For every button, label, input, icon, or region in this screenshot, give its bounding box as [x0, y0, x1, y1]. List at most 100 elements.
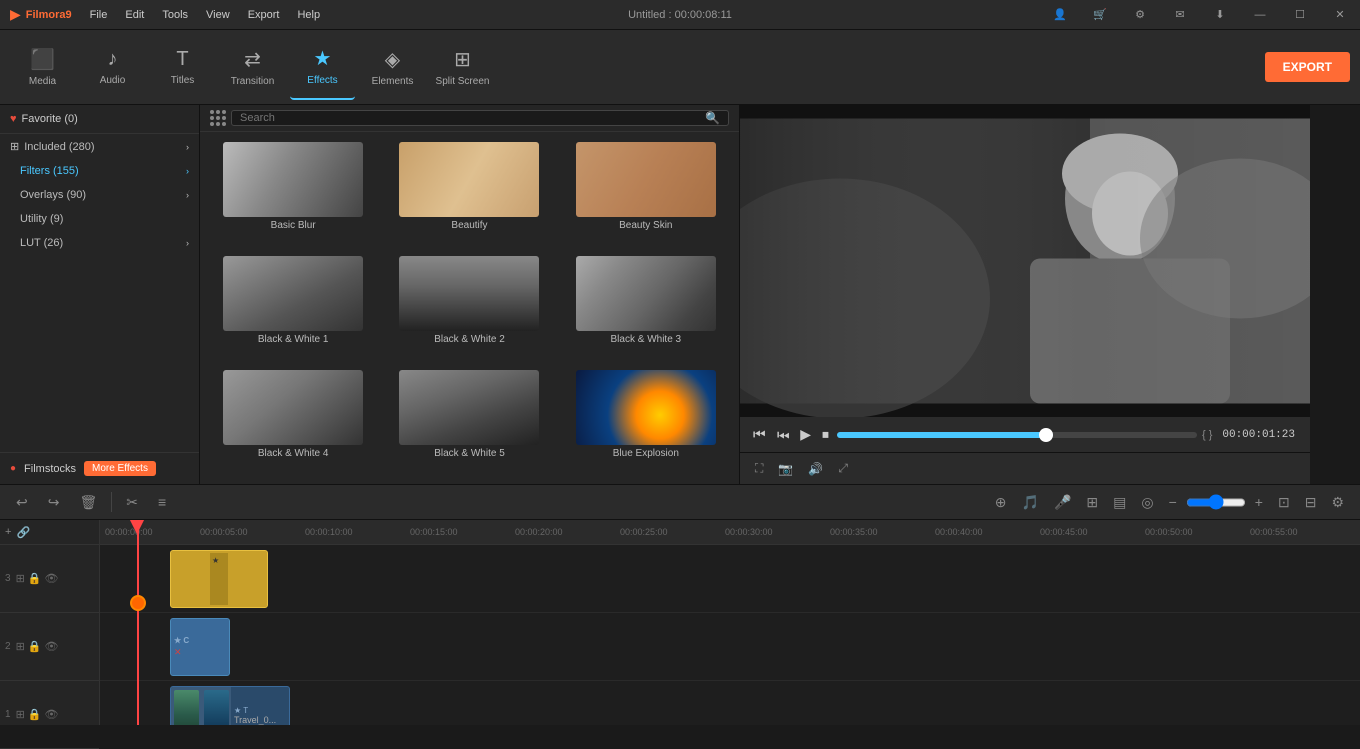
menu-edit[interactable]: Edit: [117, 7, 152, 23]
effect-clip[interactable]: ★ Black & White 1: [170, 550, 268, 608]
blue-explosion-thumb: [576, 370, 716, 445]
included-label: Included (280): [24, 141, 94, 153]
step-back-button[interactable]: ⏭: [774, 423, 793, 446]
track-1-lock-btn[interactable]: 🔒: [28, 708, 42, 721]
menu-export[interactable]: Export: [240, 7, 288, 23]
category-utility[interactable]: Utility (9): [0, 207, 199, 231]
toolbar-audio[interactable]: ♪ Audio: [80, 35, 145, 100]
settings-icon-btn[interactable]: ⚙: [1120, 0, 1160, 30]
playhead[interactable]: [137, 520, 139, 725]
stabilize-btn[interactable]: ◎: [1135, 491, 1159, 514]
clip-settings-button[interactable]: ≡: [152, 491, 172, 513]
pic-in-pic-btn[interactable]: ⊞: [1080, 491, 1104, 514]
track-2-eye-btn[interactable]: 👁: [44, 640, 58, 653]
toolbar-split-screen[interactable]: ⊞ Split Screen: [430, 35, 495, 100]
effects-panel: 🔍 Basic Blur Beautify Beauty Skin: [200, 105, 740, 484]
clip-thumbnail-1: [171, 687, 201, 725]
audio-track-btn[interactable]: 🎵: [1016, 491, 1045, 514]
ruler-mark-10: 00:00:50:00: [1145, 527, 1193, 537]
track-3-num: 3: [5, 573, 11, 584]
filmstocks-row[interactable]: ● Filmstocks More Effects: [0, 452, 199, 484]
category-included[interactable]: ⊞ Included (280) ›: [0, 134, 199, 159]
timeline-content: + 🔗 3 ⊞ 🔒 👁 2 ⊞ 🔒 👁: [0, 520, 1360, 725]
timeline-settings-btn[interactable]: ⚙: [1325, 491, 1350, 514]
track-3-lock-btn[interactable]: 🔒: [28, 572, 42, 585]
fit-timeline-btn[interactable]: ⊡: [1272, 491, 1296, 514]
category-overlays[interactable]: Overlays (90) ›: [0, 183, 199, 207]
download-icon-btn[interactable]: ⬇: [1200, 0, 1240, 30]
mail-icon-btn[interactable]: ✉: [1160, 0, 1200, 30]
link-btn[interactable]: 🔗: [16, 526, 30, 539]
search-input[interactable]: [240, 112, 700, 124]
track-2-grid-btn[interactable]: ⊞: [16, 640, 25, 653]
zoom-slider[interactable]: [1186, 491, 1246, 514]
menu-help[interactable]: Help: [289, 7, 328, 23]
maximize-btn[interactable]: ☐: [1280, 0, 1320, 30]
effect-beauty-skin[interactable]: Beauty Skin: [558, 137, 734, 251]
more-effects-button[interactable]: More Effects: [84, 461, 156, 476]
bw5-thumb: [399, 370, 539, 445]
track-2-lock-btn[interactable]: 🔒: [28, 640, 42, 653]
play-button[interactable]: ▶: [797, 423, 814, 446]
store-icon-btn[interactable]: 🛒: [1080, 0, 1120, 30]
preview-expand-btn[interactable]: ⤢: [833, 458, 853, 479]
effect-bw3[interactable]: Black & White 3: [558, 251, 734, 365]
effect-bw4[interactable]: Black & White 4: [205, 365, 381, 479]
toolbar-transition[interactable]: ⇄ Transition: [220, 35, 285, 100]
progress-thumb[interactable]: [1039, 428, 1053, 442]
category-filters[interactable]: Filters (155) ›: [0, 159, 199, 183]
track-1-eye-btn[interactable]: 👁: [44, 708, 58, 721]
toolbar-elements[interactable]: ◈ Elements: [360, 35, 425, 100]
window-controls: 👤 🛒 ⚙ ✉ ⬇ — ☐ ✕: [1040, 0, 1360, 30]
category-lut[interactable]: LUT (26) ›: [0, 231, 199, 255]
toolbar-media[interactable]: ⬛ Media: [10, 35, 75, 100]
menu-file[interactable]: File: [82, 7, 116, 23]
bracket-in[interactable]: {: [1202, 429, 1206, 441]
preview-audio-btn[interactable]: 🔊: [803, 459, 828, 479]
grid-view-icon[interactable]: [210, 110, 226, 126]
effects-header: 🔍: [200, 105, 739, 132]
toolbar-effects[interactable]: ★ Effects: [290, 35, 355, 100]
user-icon-btn[interactable]: 👤: [1040, 0, 1080, 30]
preview-fullscreen-btn[interactable]: ⛶: [750, 458, 768, 479]
timeline-tracks[interactable]: 00:00:00:00 00:00:05:00 00:00:10:00 00:0…: [100, 520, 1360, 725]
stop-button[interactable]: ⏹: [819, 423, 832, 446]
caption-btn[interactable]: ▤: [1107, 491, 1132, 514]
favorite-bar[interactable]: ♥ Favorite (0): [0, 105, 199, 134]
video2-clip[interactable]: ★ C ✕: [170, 618, 230, 676]
menu-tools[interactable]: Tools: [154, 7, 196, 23]
menu-view[interactable]: View: [198, 7, 238, 23]
effect-basic-blur[interactable]: Basic Blur: [205, 137, 381, 251]
beautify-thumb: [399, 142, 539, 217]
close-btn[interactable]: ✕: [1320, 0, 1360, 30]
video1-clip[interactable]: ★ T Travel_0...: [170, 686, 290, 725]
track-3-grid-btn[interactable]: ⊞: [16, 572, 25, 585]
minimize-btn[interactable]: —: [1240, 0, 1280, 30]
cut-button[interactable]: ✂: [120, 491, 144, 514]
redo-button[interactable]: ↪: [42, 491, 66, 514]
effect-bw2[interactable]: Black & White 2: [381, 251, 557, 365]
export-button[interactable]: EXPORT: [1265, 52, 1350, 82]
video2-fx-icon: ★ C: [174, 636, 189, 645]
timeline-view-btn[interactable]: ⊟: [1299, 491, 1323, 514]
effect-bw5[interactable]: Black & White 5: [381, 365, 557, 479]
zoom-out-btn[interactable]: −: [1163, 491, 1183, 514]
bracket-out[interactable]: }: [1209, 429, 1213, 441]
chevron-right-icon: ›: [186, 142, 189, 152]
effect-blue-explosion[interactable]: Blue Explosion: [558, 365, 734, 479]
rewind-button[interactable]: ⏮: [750, 423, 769, 446]
effect-bw1[interactable]: Black & White 1: [205, 251, 381, 365]
preview-screenshot-btn[interactable]: 📷: [773, 459, 798, 479]
mic-btn[interactable]: 🎤: [1048, 491, 1077, 514]
progress-bar[interactable]: [837, 432, 1197, 438]
delete-button[interactable]: 🗑: [73, 491, 103, 514]
effect-beautify[interactable]: Beautify: [381, 137, 557, 251]
zoom-in-btn[interactable]: +: [1249, 491, 1269, 514]
track-1-grid-btn[interactable]: ⊞: [16, 708, 25, 721]
track-3-eye-btn[interactable]: 👁: [44, 572, 58, 585]
toolbar-titles[interactable]: T Titles: [150, 35, 215, 100]
add-track-btn[interactable]: +: [5, 526, 11, 538]
undo-button[interactable]: ↩: [10, 491, 34, 514]
track-motion-btn[interactable]: ⊕: [989, 491, 1013, 514]
search-box[interactable]: 🔍: [231, 110, 729, 126]
